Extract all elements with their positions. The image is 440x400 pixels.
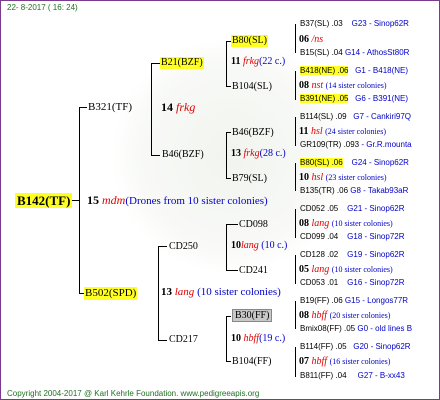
queen-cd241[interactable]: CD241	[238, 265, 269, 277]
g5-line: B37(SL) .03 G23 - Sinop62R	[300, 19, 409, 28]
pedigree-frame: 22- 8-2017 ( 16: 24) B142(TF) 15 mdm(Dro…	[0, 0, 440, 400]
dam-info: 13 lang (10 sister colonies)	[161, 286, 281, 298]
queen-cd250-info: 10lang (10 c.)	[231, 240, 288, 251]
g5-line: B418(NE) .06 G1 - B418(NE)	[300, 66, 409, 75]
queen-cd250[interactable]: CD250	[168, 241, 199, 253]
queen-cd098[interactable]: CD098	[238, 219, 269, 231]
g5-line: CD128 .02 G19 - Sinop62R	[300, 250, 405, 259]
queen-b80[interactable]: B80(SL)	[231, 35, 268, 47]
date-stamp: 22- 8-2017 ( 16: 24)	[7, 3, 78, 12]
queen-b46-info: 13 frkg(28 c.)	[231, 148, 286, 159]
queen-b104ff[interactable]: B104(FF)	[231, 356, 272, 368]
copyright-footer: Copyright 2004-2017 @ Karl Kehrle Founda…	[7, 389, 260, 398]
queen-b46[interactable]: B46(BZF)	[161, 149, 205, 161]
queen-b21-info: 11 frkg(22 c.)	[231, 56, 286, 67]
sire-info: 14 frkg	[161, 100, 196, 114]
queen-cd217[interactable]: CD217	[168, 334, 199, 346]
g5-line: B811(FF) .04 G27 - B-xx43	[300, 371, 405, 380]
g5-mid: 10 hsl (23 sister colonies)	[299, 172, 387, 183]
g5-mid: 07 hbff (16 sister colonies)	[299, 356, 391, 367]
g5-mid: 11 hsl (24 sister colonies)	[299, 126, 386, 137]
queen-b79[interactable]: B79(SL)	[231, 173, 268, 185]
queen-b46bzf-2[interactable]: B46(BZF)	[231, 127, 275, 139]
queen-cd217-info: 10 hbff(19 c.)	[231, 333, 286, 344]
g5-mid: 05 lang (10 sister colonies)	[299, 264, 393, 275]
sire-queen[interactable]: B321(TF)	[87, 101, 133, 114]
g5-line: B15(SL) .04 G14 - AthosSt80R	[300, 48, 410, 57]
g5-mid: 08 nst (14 sister colonies)	[299, 80, 387, 91]
g5-line: B114(FF) .05 G20 - Sinop62R	[300, 342, 411, 351]
queen-b21[interactable]: B21(BZF)	[160, 57, 204, 69]
g5-line: GR109(TR) .093 - Gr.R.mounta	[300, 140, 412, 149]
g5-line: CD099 .04 G18 - Sinop72R	[300, 232, 405, 241]
queen-b30[interactable]: B30(FF)	[231, 309, 273, 322]
dam-queen[interactable]: B502(SPD)	[84, 287, 138, 300]
g5-line: CD053 .01 G16 - Sinop72R	[300, 278, 405, 287]
g5-line: B80(SL) .06 G24 - Sinop62R	[300, 158, 409, 167]
g5-line: B114(SL) .09 G7 - Cankiri97Q	[300, 112, 412, 121]
root-queen[interactable]: B142(TF)	[15, 193, 73, 208]
g5-mid: 08 hbff (20 sister colonies)	[299, 310, 391, 321]
g5-mid: 08 lang (10 sister colonies)	[299, 218, 393, 229]
queen-b104sl[interactable]: B104(SL)	[231, 81, 273, 93]
g5-line: B135(TR) .06 G8 - Takab93aR	[300, 186, 409, 195]
root-info: 15 mdm(Drones from 10 sister colonies)	[87, 193, 268, 207]
g5-line: B19(FF) .06 G15 - Longos77R	[300, 296, 409, 305]
g5-mid: 06 /ns	[299, 34, 324, 45]
g5-line: CD052 .05 G21 - Sinop62R	[300, 204, 405, 213]
g5-line: Bmix08(FF) .05 G0 - old lines B	[300, 324, 413, 333]
g5-line: B391(NE) .05 G6 - B391(NE)	[300, 94, 409, 103]
